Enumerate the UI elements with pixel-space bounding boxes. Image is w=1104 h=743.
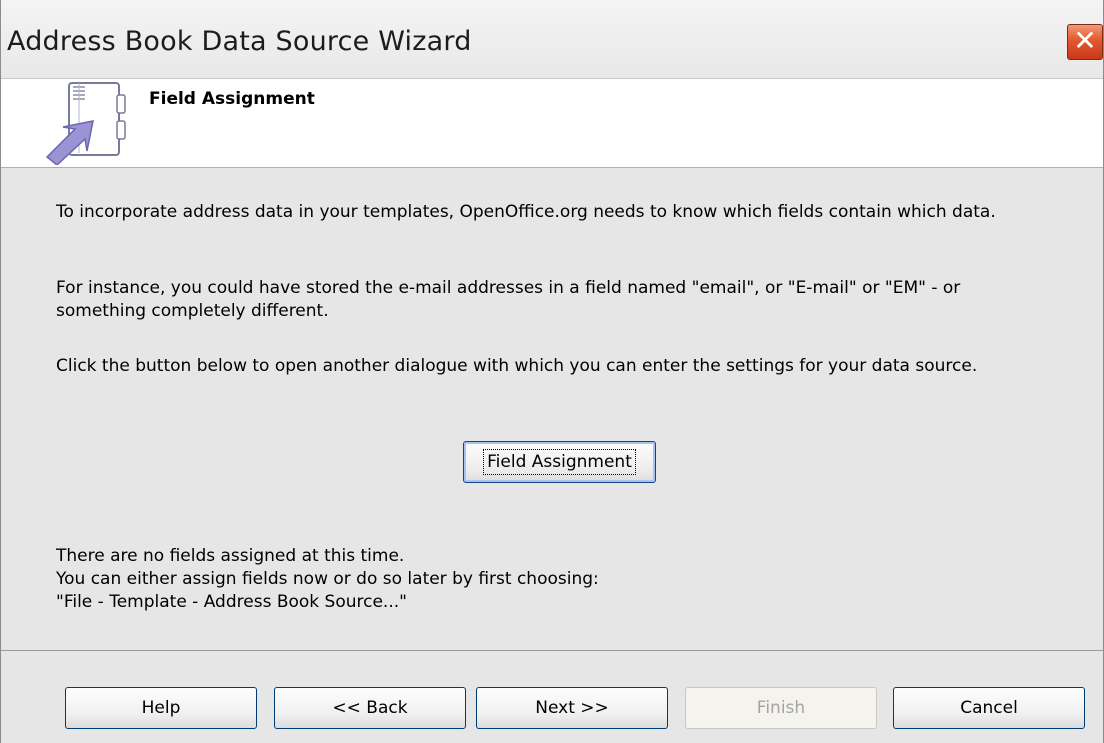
instruction-paragraph: Click the button below to open another d… (56, 356, 978, 376)
window-title: Address Book Data Source Wizard (7, 26, 472, 57)
example-paragraph: For instance, you could have stored the … (56, 278, 961, 321)
intro-paragraph: To incorporate address data in your temp… (56, 202, 996, 222)
button-bar: Help << Back Next >> Finish Cancel (1, 650, 1103, 743)
status-line-1: There are no fields assigned at this tim… (56, 546, 405, 566)
step-title: Field Assignment (149, 89, 315, 109)
status-line-2: You can either assign fields now or do s… (56, 569, 599, 589)
field-assignment-button-label: Field Assignment (483, 449, 636, 475)
help-button[interactable]: Help (65, 687, 257, 729)
back-button[interactable]: << Back (274, 687, 466, 729)
address-book-wizard-icon (45, 82, 126, 165)
close-button[interactable]: ✕ (1067, 24, 1103, 60)
title-bar[interactable]: Address Book Data Source Wizard ✕ (1, 0, 1103, 79)
close-icon: ✕ (1073, 24, 1097, 57)
status-line-3: "File - Template - Address Book Source..… (56, 592, 407, 612)
wizard-header: Field Assignment (1, 79, 1103, 168)
wizard-dialog: Address Book Data Source Wizard ✕ Field … (0, 0, 1104, 743)
field-assignment-button[interactable]: Field Assignment (463, 441, 656, 483)
finish-button[interactable]: Finish (685, 687, 877, 729)
next-button[interactable]: Next >> (476, 687, 668, 729)
cancel-button[interactable]: Cancel (893, 687, 1085, 729)
wizard-content: To incorporate address data in your temp… (1, 168, 1103, 649)
status-text: There are no fields assigned at this tim… (56, 545, 1046, 614)
